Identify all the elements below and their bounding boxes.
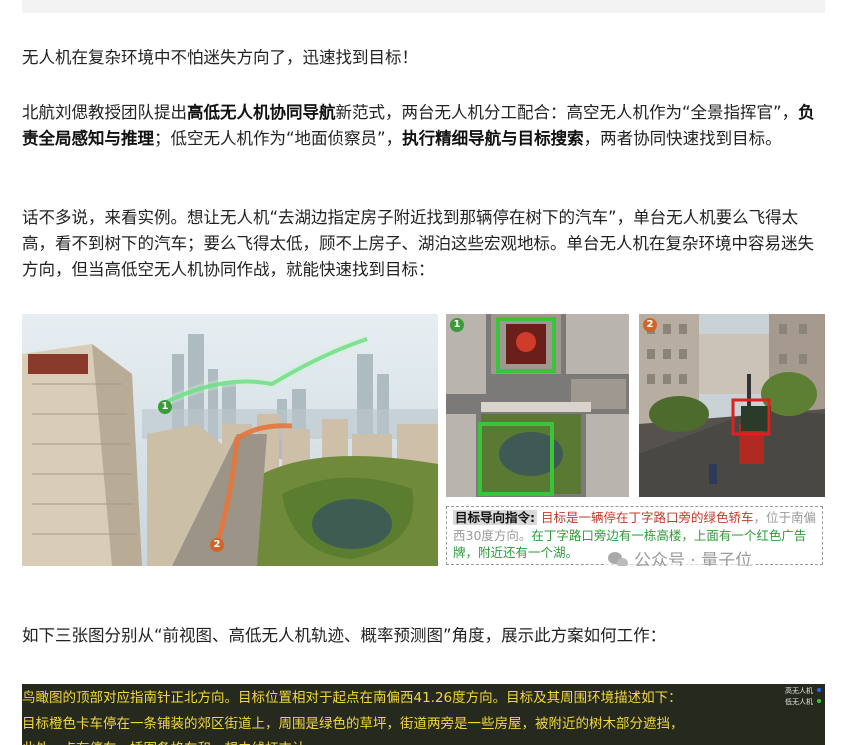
drone-legend: 高无人机 低无人机 xyxy=(785,686,821,708)
views-paragraph: 如下三张图分别从“前视图、高低无人机轨迹、概率预测图”角度，展示此方案如何工作： xyxy=(22,626,667,645)
low-drone-view-marker: 2 xyxy=(643,318,657,332)
blue-dot-icon xyxy=(817,688,821,692)
bold-highlight: 执行精细导航与目标搜索 xyxy=(402,129,584,148)
example-paragraph: 话不多说，来看实例。想让无人机“去湖边指定房子附近找到那辆停在树下的汽车”，单台… xyxy=(22,208,814,279)
caption-line-2: 目标橙色卡车停在一条铺装的郊区街道上，周围是绿色的草坪，街道两旁是一些房屋，被附… xyxy=(22,716,684,732)
aerial-description-image: 鸟瞰图的顶部对应指南针正北方向。目标位置相对于起点在南偏西41.26度方向。目标… xyxy=(22,684,825,745)
text-segment: 北航刘偲教授团队提出 xyxy=(22,103,187,122)
text-segment: ，两者协同快速找到目标。 xyxy=(583,129,782,148)
instruction-target-text: 目标是一辆停在丁字路口旁的绿色轿车 xyxy=(540,510,754,525)
high-drone-view-image: 1 xyxy=(446,314,629,497)
watermark-text: 公众号 · 量子位 xyxy=(634,551,753,566)
text-segment: ；低空无人机作为“地面侦察员”， xyxy=(154,129,403,148)
low-drone-view-image: 2 xyxy=(639,314,825,497)
green-dot-icon xyxy=(817,699,821,703)
wechat-watermark: 公众号 · 量子位 xyxy=(604,546,757,566)
caption-line-1: 鸟瞰图的顶部对应指南针正北方向。目标位置相对于起点在南偏西41.26度方向。目标… xyxy=(22,690,682,706)
bold-highlight: 高低无人机协同导航 xyxy=(187,103,336,122)
demo-figure[interactable]: 1 2 1 2 目标导向指令: 目标是一辆停在丁字路口旁的绿色轿车，位于南偏西3… xyxy=(22,314,825,566)
article-page: 无人机在复杂环境中不怕迷失方向了，迅速找到目标！ 北航刘偲教授团队提出高低无人机… xyxy=(0,0,847,745)
high-drone-view-marker: 1 xyxy=(450,318,464,332)
wechat-icon xyxy=(608,552,630,566)
method-paragraph: 北航刘偲教授团队提出高低无人机协同导航新范式，两台无人机分工配合：高空无人机作为… xyxy=(22,100,826,152)
previous-block-edge xyxy=(22,0,825,13)
intro-paragraph: 无人机在复杂环境中不怕迷失方向了，迅速找到目标！ xyxy=(22,48,418,67)
front-view-image: 1 2 xyxy=(22,314,438,566)
caption-line-3: 此外，点有停车，插图备格车和，想由线杆支认 xyxy=(22,737,306,745)
legend-high-drone: 高无人机 xyxy=(785,686,821,697)
high-drone-marker-1: 1 xyxy=(158,400,172,414)
low-drone-marker-2: 2 xyxy=(210,538,224,552)
instruction-label: 目标导向指令: xyxy=(453,510,537,525)
text-segment: 新范式，两台无人机分工配合：高空无人机作为“全景指挥官”， xyxy=(335,103,799,122)
legend-low-drone: 低无人机 xyxy=(785,697,821,708)
